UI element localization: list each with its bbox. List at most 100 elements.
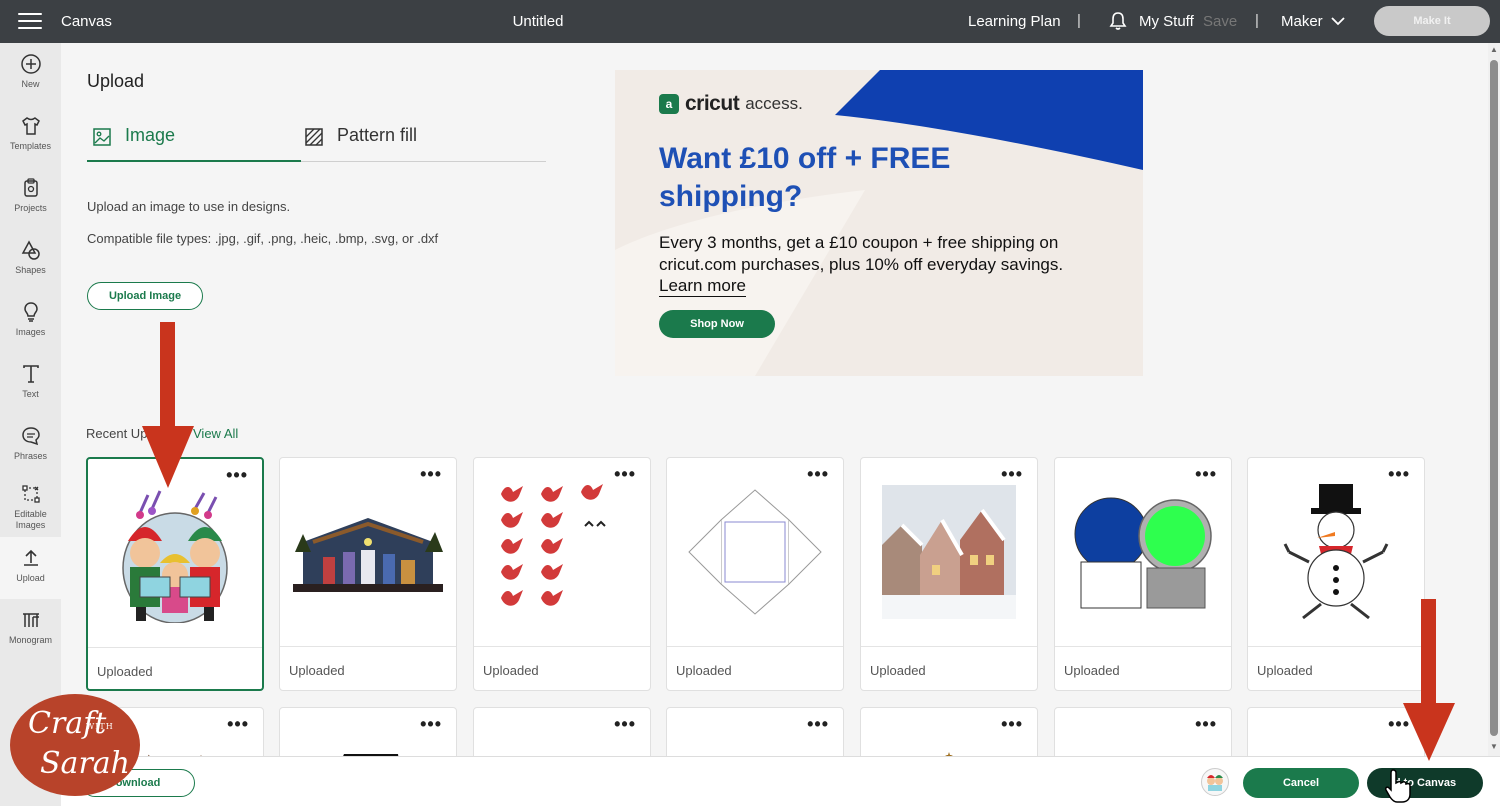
editable-images-icon [21,485,40,503]
top-bar: Canvas Untitled Learning Plan | My Stuff… [0,0,1500,43]
promo-body: Every 3 months, get a £10 coupon + free … [659,233,1064,274]
more-options-icon[interactable]: ••• [1001,715,1023,733]
more-options-icon[interactable]: ••• [226,466,248,484]
plus-circle-icon [20,54,41,74]
more-options-icon[interactable]: ••• [227,715,249,733]
upload-image-button[interactable]: Upload Image [87,282,203,310]
sidebar-item-projects[interactable]: Projects [0,167,61,229]
upload-tabs: Image Pattern fill [87,125,546,162]
upload-card-winter-village[interactable]: ••• Uploaded [860,457,1038,691]
more-options-icon[interactable]: ••• [1195,715,1217,733]
machine-label: Maker [1281,13,1323,30]
thumbnail-snowman [1248,458,1424,646]
tab-image[interactable]: Image [87,125,301,162]
sidebar-item-text[interactable]: Text [0,353,61,415]
upload-card-red-birds[interactable]: ••• Uploaded [473,457,651,691]
bottom-action-bar: ownload Cancel d to Canvas [61,756,1500,806]
thumbnail-red-birds [474,458,650,646]
more-options-icon[interactable]: ••• [614,465,636,483]
speech-bubble-icon [21,427,40,446]
shop-now-button[interactable]: Shop Now [659,310,775,338]
card-status: Uploaded [88,647,262,693]
cricut-access-logo: a cricut access. [659,92,803,116]
logo-badge: a [659,94,679,114]
watermark-text: WITH [86,722,114,731]
thumbnail-winter-village [861,458,1037,646]
sidebar-item-label: Images [15,327,46,337]
upload-card-envelope[interactable]: ••• Uploaded [666,457,844,691]
more-options-icon[interactable]: ••• [1388,465,1410,483]
more-options-icon[interactable]: ••• [420,465,442,483]
sidebar-item-label: Phrases [13,451,48,461]
sidebar-item-label: Text [22,389,39,399]
sidebar-item-label: New [21,79,40,89]
sidebar-item-label: Editable Images [14,509,47,530]
divider: | [1077,12,1081,29]
more-options-icon[interactable]: ••• [807,715,829,733]
upload-card-carolers[interactable]: ••• Uploaded [86,457,264,691]
divider: | [1255,12,1259,29]
scrollbar-thumb[interactable] [1490,60,1498,736]
upload-description: Upload an image to use in designs. [87,199,291,214]
image-icon [93,128,111,146]
learning-plan-link[interactable]: Learning Plan [968,13,1061,30]
learn-more-link[interactable]: Learn more [659,276,746,297]
my-stuff-link[interactable]: My Stuff [1139,13,1194,30]
card-status: Uploaded [667,646,843,692]
more-options-icon[interactable]: ••• [1195,465,1217,483]
card-status: Uploaded [1055,646,1231,692]
file-types-text: Compatible file types: .jpg, .gif, .png,… [87,231,439,246]
more-options-icon[interactable]: ••• [420,715,442,733]
shapes-icon [21,240,40,260]
logo-brand: cricut [685,92,740,115]
sidebar-item-phrases[interactable]: Phrases [0,415,61,477]
sidebar-item-new[interactable]: New [0,43,61,105]
thumbnail-nativity [280,458,456,646]
document-title[interactable]: Untitled [0,13,1076,30]
sidebar-item-monogram[interactable]: Monogram [0,599,61,661]
save-button[interactable]: Save [1203,13,1237,30]
shirt-icon [21,117,40,135]
tab-label: Pattern fill [337,125,418,145]
view-all-link[interactable]: View All [193,426,238,441]
tab-pattern-fill[interactable]: Pattern fill [305,125,417,162]
make-it-button[interactable]: Make It [1374,6,1490,36]
sidebar-item-upload[interactable]: Upload [0,537,61,599]
sidebar-item-shapes[interactable]: Shapes [0,229,61,291]
promo-banner[interactable]: a cricut access. Want £10 off + FREE shi… [615,70,1143,376]
sidebar-item-templates[interactable]: Templates [0,105,61,167]
upload-icon [23,549,38,566]
monogram-icon [22,613,39,627]
upload-card-nativity[interactable]: ••• Uploaded [279,457,457,691]
sidebar-item-label: Projects [14,203,47,213]
watermark-logo: Craft WITH Sarah [10,694,140,796]
sidebar-item-label: Monogram [8,635,53,645]
sidebar-item-images[interactable]: Images [0,291,61,353]
promo-headline: Want £10 off + FREE shipping? [659,142,951,213]
page-title: Upload [87,71,145,91]
hand-cursor-icon [1385,769,1411,803]
thumbnail-envelope-template [667,458,843,646]
pattern-icon [305,128,323,146]
chevron-down-icon [1331,17,1345,26]
more-options-icon[interactable]: ••• [1001,465,1023,483]
annotation-arrow-icon [142,322,194,488]
sidebar-item-label: Templates [9,141,52,151]
more-options-icon[interactable]: ••• [807,465,829,483]
scroll-up-arrow-icon[interactable]: ▲ [1490,45,1498,54]
upload-card-snowman[interactable]: ••• Uploaded [1247,457,1425,691]
sidebar-item-label: Upload [16,573,45,583]
upload-card-snow-globe[interactable]: ••• Uploaded [1054,457,1232,691]
card-status: Uploaded [474,646,650,692]
machine-select[interactable]: Maker [1281,13,1345,30]
card-status: Uploaded [1248,646,1424,692]
sidebar-item-label: Shapes [15,265,46,275]
cancel-button[interactable]: Cancel [1243,768,1359,798]
watermark-text: Sarah [40,746,130,781]
tab-label: Image [125,125,176,145]
scroll-down-arrow-icon[interactable]: ▼ [1490,742,1498,751]
bell-icon[interactable] [1108,11,1128,31]
sidebar-item-editable-images[interactable]: Editable Images [0,473,61,537]
card-status: Uploaded [280,646,456,692]
more-options-icon[interactable]: ••• [614,715,636,733]
